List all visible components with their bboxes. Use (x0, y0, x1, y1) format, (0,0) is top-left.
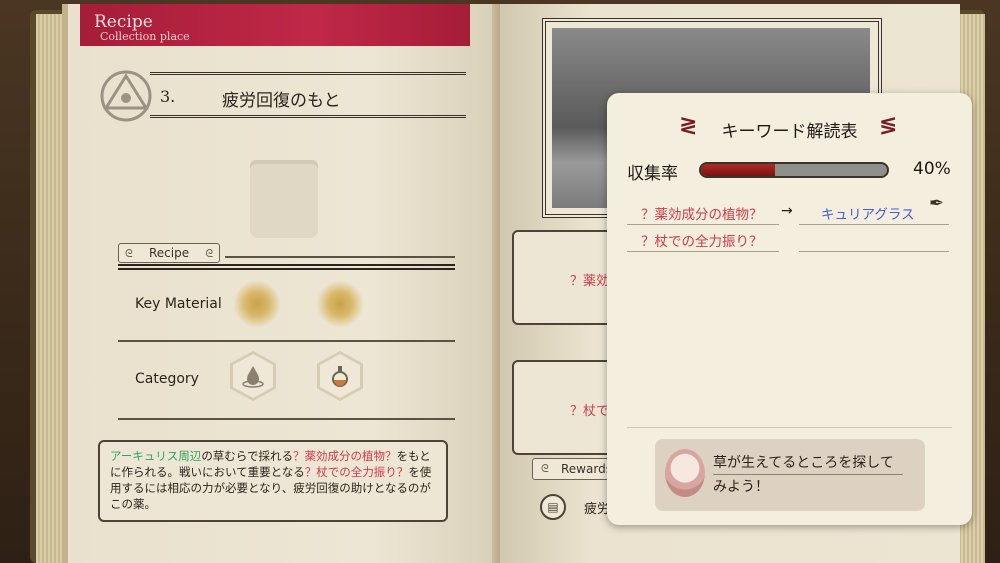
collection-rate-bar (699, 162, 889, 178)
recipe-tab: Recipe Collection place (80, 4, 470, 46)
keyword-decode-panel: ≷ キーワード解読表 ≶ 収集率 40% ？薬効成分の植物？ → キュリアグラス… (607, 93, 972, 525)
keyword-answer-2[interactable] (799, 230, 949, 252)
keyword-fragment-1: ？薬効 (570, 274, 610, 289)
desc-keyword-1: ？薬効成分の植物？ (292, 449, 397, 463)
recipe-tab-title: Recipe (94, 12, 153, 32)
recipe-description: アーキュリス周辺の草むらで採れる？薬効成分の植物？をもとに作られる。戦いにおいて… (98, 440, 448, 522)
water-drop-icon (242, 366, 264, 388)
keyword-panel-title: キーワード解読表 (721, 122, 858, 142)
swirl-icon: ᘓ (541, 462, 549, 475)
arrow-icon: → (781, 203, 793, 219)
collection-rate-value: 40% (913, 159, 951, 179)
hint-line-1: 草が生えてるところを探して (713, 455, 894, 471)
desc-location: アーキュリス周辺 (110, 449, 202, 463)
swirl-right-icon: ᘓ (205, 247, 214, 260)
hint-line-2: みよう！ (713, 479, 769, 495)
divider-thick (118, 264, 455, 270)
collection-rate-label: 収集率 (627, 164, 678, 184)
recipe-title-bar: 3. 疲労回復のもと (150, 72, 466, 118)
recipe-number: 3. (160, 87, 176, 106)
collection-rate-fill (701, 164, 776, 176)
book-icon: ▤ (540, 494, 566, 520)
recipe-tab-subtitle: Collection place (100, 30, 190, 43)
keyword-answer-1[interactable]: キュリアグラス (799, 203, 949, 225)
category-label: Category (135, 371, 199, 387)
swirl-left-icon: ᘓ (125, 247, 133, 260)
divider (118, 340, 455, 342)
desc-text: の草むらで採れる (201, 449, 293, 463)
keyword-hint-1[interactable]: ？薬効成分の植物？ (627, 203, 779, 225)
hint-box: 草が生えてるところを探して みよう！ (655, 439, 925, 511)
key-material-slot-1[interactable] (233, 280, 281, 328)
item-silhouette (250, 160, 318, 238)
alchemy-emblem-icon (100, 70, 152, 122)
recipe-section-text: Recipe (149, 246, 190, 260)
divider (225, 256, 455, 258)
panel-divider (627, 427, 952, 428)
hint-text: 草が生えてるところを探して みよう！ (713, 451, 894, 499)
desc-keyword-2a: ？杖での全 (304, 465, 363, 479)
key-material-slot-2[interactable] (316, 280, 364, 328)
desc-keyword-2b: 力振り？ (362, 465, 409, 479)
quill-icon: ✒ (929, 193, 945, 214)
divider (118, 418, 455, 420)
flask-icon (332, 366, 348, 387)
recipe-section-label: ᘓ Recipe ᘓ (118, 243, 221, 263)
character-avatar (665, 449, 705, 497)
keyword-hint-2[interactable]: ？杖での全力振り？ (627, 230, 779, 252)
key-material-label: Key Material (135, 296, 222, 312)
rewards-text: Rewards (561, 462, 612, 476)
recipe-name: 疲労回復のもと (222, 91, 341, 111)
ornament-right-icon: ≶ (879, 113, 898, 138)
hint-underline (713, 474, 903, 475)
